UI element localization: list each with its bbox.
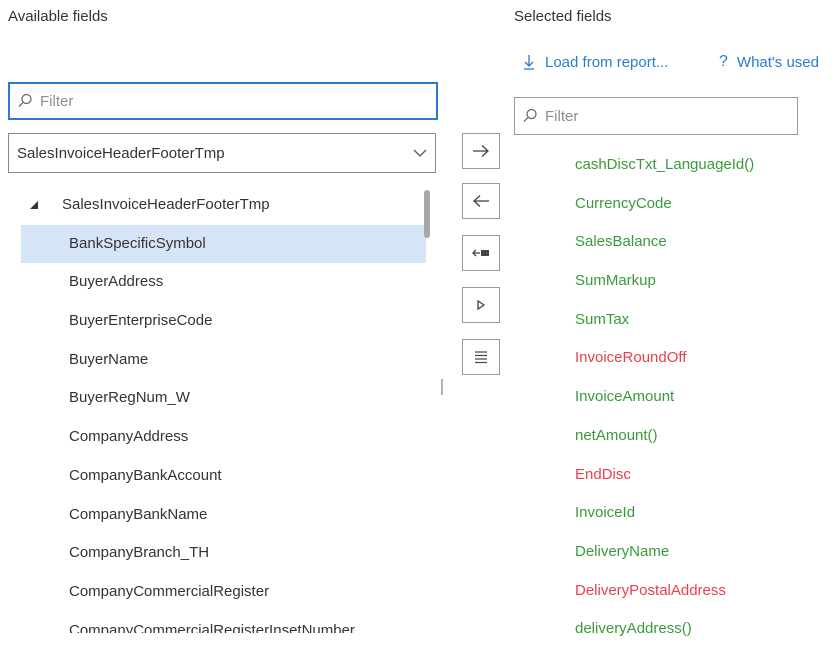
selected-fields-heading: Selected fields bbox=[514, 8, 612, 25]
chevron-down-icon bbox=[413, 149, 427, 157]
play-icon bbox=[477, 299, 486, 311]
tree-root-label: SalesInvoiceHeaderFooterTmp bbox=[62, 196, 270, 213]
help-icon: ? bbox=[719, 53, 728, 70]
load-from-report-link[interactable]: Load from report... bbox=[522, 53, 668, 71]
arrow-left-icon bbox=[473, 195, 489, 207]
load-from-report-label: Load from report... bbox=[545, 53, 669, 71]
available-fields-heading: Available fields bbox=[8, 8, 108, 25]
tree-item[interactable]: CompanyBankName bbox=[8, 496, 426, 535]
list-icon bbox=[475, 351, 487, 364]
selected-field-item[interactable]: DeliveryPostalAddress bbox=[575, 572, 838, 611]
selected-field-item[interactable]: SalesBalance bbox=[575, 223, 838, 262]
selected-field-item[interactable]: InvoiceRoundOff bbox=[575, 339, 838, 378]
tree-item[interactable]: CompanyAddress bbox=[8, 418, 426, 457]
selected-field-item[interactable]: EndDisc bbox=[575, 456, 838, 495]
table-select[interactable]: SalesInvoiceHeaderFooterTmp bbox=[8, 133, 436, 173]
search-icon bbox=[523, 108, 537, 122]
download-icon bbox=[524, 55, 534, 70]
selected-field-item[interactable]: SumMarkup bbox=[575, 262, 838, 301]
selected-field-item[interactable]: CurrencyCode bbox=[575, 185, 838, 224]
selected-filter-box[interactable] bbox=[514, 97, 798, 135]
tree-item[interactable]: BuyerAddress bbox=[8, 263, 426, 302]
search-icon bbox=[18, 93, 32, 107]
available-filter-box[interactable] bbox=[8, 82, 438, 120]
selected-field-item[interactable]: DeliveryName bbox=[575, 533, 838, 572]
arrow-right-icon bbox=[473, 145, 489, 157]
tree-item[interactable]: CompanyCommercialRegisterInsetNumber bbox=[8, 612, 426, 633]
tree-root-node[interactable]: SalesInvoiceHeaderFooterTmp bbox=[8, 186, 426, 225]
remove-all-button[interactable] bbox=[462, 235, 500, 271]
field-tree: SalesInvoiceHeaderFooterTmp BankSpecific… bbox=[8, 186, 426, 633]
selected-field-item[interactable]: InvoiceAmount bbox=[575, 378, 838, 417]
selected-filter-input[interactable] bbox=[539, 107, 797, 125]
tree-item[interactable]: CompanyCommercialRegister bbox=[8, 573, 426, 612]
tree-item[interactable]: CompanyBranch_TH bbox=[8, 534, 426, 573]
remove-field-button[interactable] bbox=[462, 183, 500, 219]
collapse-triangle-icon[interactable] bbox=[28, 199, 40, 211]
details-button[interactable] bbox=[462, 339, 500, 375]
selected-field-item[interactable]: SumTax bbox=[575, 301, 838, 340]
selected-field-item[interactable]: deliveryAddress() bbox=[575, 610, 838, 649]
whats-used-link[interactable]: ? What's used bbox=[719, 53, 819, 71]
selected-field-item[interactable]: netAmount() bbox=[575, 417, 838, 456]
tree-item[interactable]: BankSpecificSymbol bbox=[21, 224, 426, 264]
selected-field-item[interactable]: cashDiscTxt_LanguageId() bbox=[575, 146, 838, 185]
available-filter-input[interactable] bbox=[34, 92, 436, 110]
tree-item[interactable]: CompanyBankAccount bbox=[8, 457, 426, 496]
tree-item[interactable]: BuyerName bbox=[8, 341, 426, 380]
selected-field-item[interactable]: InvoiceId bbox=[575, 494, 838, 533]
tree-scrollbar-thumb[interactable] bbox=[424, 190, 430, 238]
selected-fields-list: cashDiscTxt_LanguageId() CurrencyCode Sa… bbox=[575, 146, 838, 649]
tree-item[interactable]: BuyerRegNum_W bbox=[8, 379, 426, 418]
remove-all-icon bbox=[472, 249, 489, 257]
tree-item[interactable]: BuyerEnterpriseCode bbox=[8, 302, 426, 341]
add-field-button[interactable] bbox=[462, 133, 500, 169]
panel-splitter[interactable] bbox=[441, 379, 443, 395]
whats-used-label: What's used bbox=[736, 53, 819, 71]
expand-button[interactable] bbox=[462, 287, 500, 323]
table-select-value: SalesInvoiceHeaderFooterTmp bbox=[17, 144, 225, 162]
